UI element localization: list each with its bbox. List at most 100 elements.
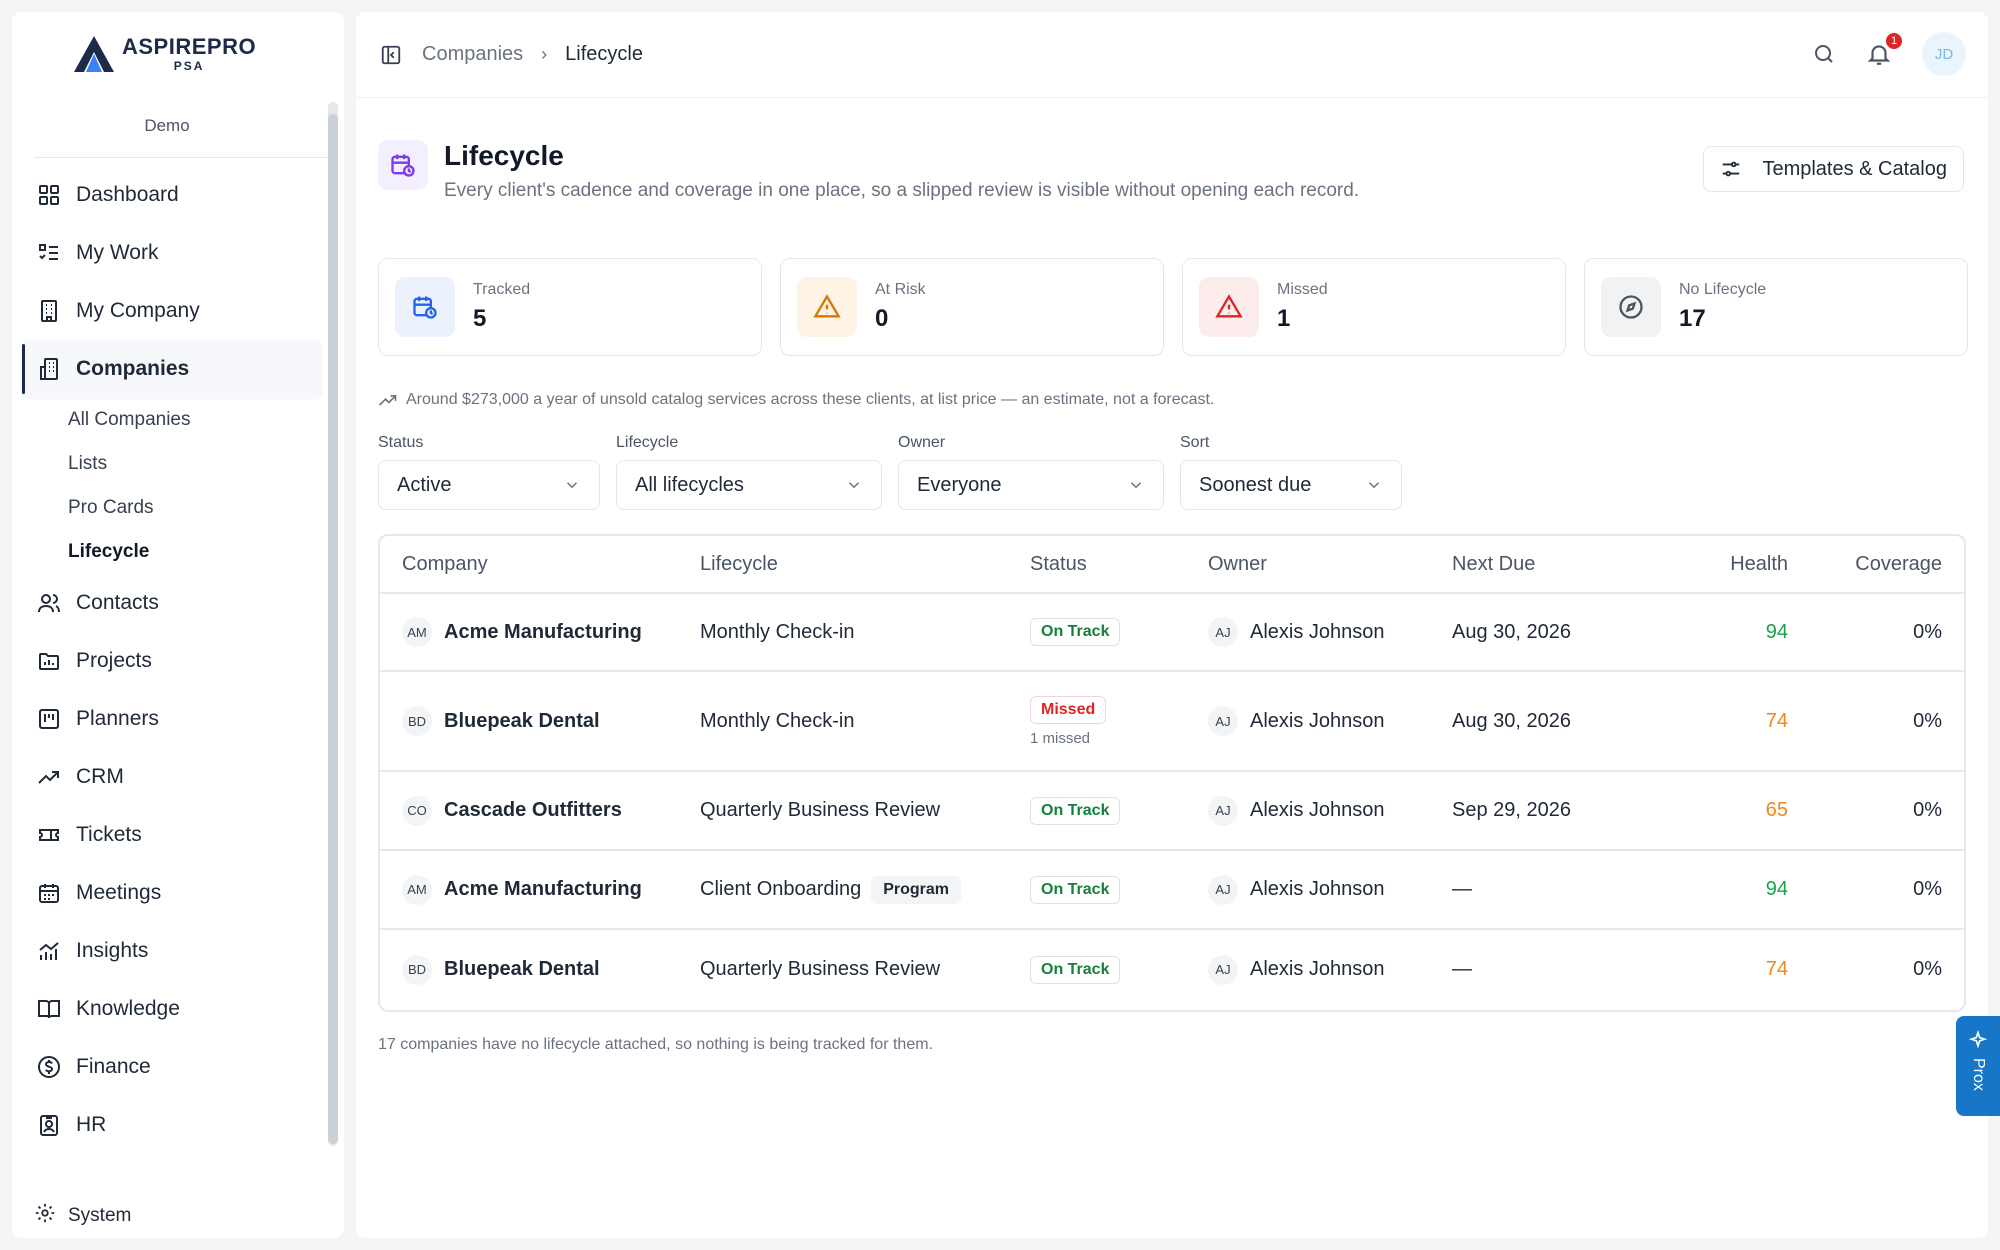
- next-due: —: [1452, 958, 1472, 980]
- filter-label: Sort: [1180, 434, 1210, 451]
- logo[interactable]: ASPIREPRO PSA: [72, 34, 256, 74]
- no-lifecycle-note: 17 companies have no lifecycle attached,…: [378, 1036, 933, 1053]
- table-row[interactable]: BD Bluepeak Dental Quarterly Business Rev…: [380, 930, 1964, 1009]
- sidebar-item-knowledge[interactable]: Knowledge: [22, 980, 322, 1038]
- sidebar-scrollbar-thumb[interactable]: [328, 114, 338, 1144]
- table-row[interactable]: AM Acme Manufacturing Monthly Check-in On…: [380, 594, 1964, 672]
- missed-count: 1 missed: [1030, 729, 1091, 747]
- ticket-icon: [36, 822, 62, 848]
- stat-card-missed[interactable]: Missed 1: [1182, 258, 1566, 356]
- sidebar-item-meetings[interactable]: Meetings: [22, 864, 322, 922]
- filters-row: Status Active Lifecycle All lifecycles O…: [378, 434, 1402, 510]
- table-row[interactable]: BD Bluepeak Dental Monthly Check-in Misse…: [380, 672, 1964, 772]
- company-name[interactable]: Acme Manufacturing: [444, 621, 642, 644]
- workspace-name[interactable]: Demo: [12, 116, 322, 136]
- sparkle-icon: [1968, 1030, 1988, 1050]
- sidebar-item-contacts[interactable]: Contacts: [22, 574, 322, 632]
- coverage: 0%: [1913, 620, 1942, 643]
- sidebar-item-companies[interactable]: Companies: [22, 340, 322, 398]
- sidebar-item-system[interactable]: System: [34, 1202, 131, 1230]
- prox-assistant-button[interactable]: Prox: [1956, 1016, 2000, 1116]
- chevron-down-icon: [563, 476, 581, 494]
- company-avatar: AM: [402, 617, 432, 647]
- table-row[interactable]: CO Cascade Outfitters Quarterly Business …: [380, 772, 1964, 851]
- stat-value: 5: [473, 305, 487, 332]
- divider: [34, 157, 334, 158]
- column-header-next-due[interactable]: Next Due: [1452, 536, 1535, 592]
- stat-label: At Risk: [875, 281, 926, 298]
- sidebar-item-projects[interactable]: Projects: [22, 632, 322, 690]
- logo-mark-icon: [74, 36, 114, 72]
- stat-value: 1: [1277, 305, 1291, 332]
- sidebar-item-hr[interactable]: HR: [22, 1096, 322, 1154]
- owner-select[interactable]: Everyone: [898, 460, 1164, 510]
- company-avatar: BD: [402, 706, 432, 736]
- sidebar-item-label: My Company: [76, 299, 200, 322]
- owner-avatar: AJ: [1208, 617, 1238, 647]
- search-icon[interactable]: [1812, 42, 1836, 66]
- health-score: 94: [1765, 620, 1788, 643]
- health-score: 74: [1765, 958, 1788, 980]
- templates-catalog-button[interactable]: Templates & Catalog: [1703, 146, 1964, 192]
- status-badge: On Track: [1030, 618, 1121, 646]
- sort-select[interactable]: Soonest due: [1180, 460, 1402, 510]
- company-name[interactable]: Bluepeak Dental: [444, 958, 600, 981]
- sidebar-item-planners[interactable]: Planners: [22, 690, 322, 748]
- owner-name: Alexis Johnson: [1250, 709, 1385, 732]
- logo-wordmark: ASPIREPRO: [122, 34, 257, 59]
- lifecycle-select[interactable]: All lifecycles: [616, 460, 882, 510]
- next-due: Aug 30, 2026: [1452, 620, 1571, 643]
- sidebar-item-label: Planners: [76, 707, 159, 730]
- stat-card-tracked[interactable]: Tracked 5: [378, 258, 762, 356]
- table-header: Company Lifecycle Status Owner Next Due …: [380, 536, 1964, 594]
- sidebar-item-tickets[interactable]: Tickets: [22, 806, 322, 864]
- sidebar-item-my-company[interactable]: My Company: [22, 282, 322, 340]
- owner-name: Alexis Johnson: [1250, 799, 1385, 821]
- notifications-button[interactable]: 1: [1866, 31, 1904, 67]
- subnav-item-all-companies[interactable]: All Companies: [68, 398, 322, 442]
- user-avatar[interactable]: JD: [1922, 32, 1966, 76]
- status-filter: Status Active: [378, 434, 600, 510]
- owner-avatar: AJ: [1208, 954, 1238, 985]
- stat-card-no-lifecycle[interactable]: No Lifecycle 17: [1584, 258, 1968, 356]
- column-header-coverage[interactable]: Coverage: [1855, 536, 1942, 592]
- chart-icon: [36, 938, 62, 964]
- sidebar-item-label: My Work: [76, 241, 159, 264]
- sidebar-toggle-icon[interactable]: [380, 44, 402, 66]
- subnav-item-lifecycle[interactable]: Lifecycle: [68, 530, 322, 574]
- breadcrumb-companies[interactable]: Companies: [422, 43, 523, 66]
- column-header-company[interactable]: Company: [402, 536, 488, 592]
- table-row[interactable]: AM Acme Manufacturing Client Onboarding Pr…: [380, 851, 1964, 930]
- dollar-icon: [36, 1054, 62, 1080]
- company-name[interactable]: Acme Manufacturing: [444, 878, 642, 901]
- lifecycle-name: Quarterly Business Review: [700, 799, 941, 821]
- owner-name: Alexis Johnson: [1250, 958, 1385, 980]
- alert-icon: [1199, 277, 1259, 337]
- sidebar-item-finance[interactable]: Finance: [22, 1038, 322, 1096]
- column-header-status[interactable]: Status: [1030, 536, 1087, 592]
- status-select[interactable]: Active: [378, 460, 600, 510]
- lifecycle-name: Client Onboarding: [700, 878, 862, 900]
- calendar-icon: [36, 880, 62, 906]
- sidebar-scrollbar[interactable]: [328, 102, 338, 1146]
- health-score: 74: [1765, 709, 1788, 732]
- company-name[interactable]: Bluepeak Dental: [444, 710, 600, 733]
- coverage: 0%: [1913, 958, 1942, 980]
- column-header-owner[interactable]: Owner: [1208, 536, 1267, 592]
- sidebar-item-crm[interactable]: CRM: [22, 748, 322, 806]
- subnav-item-pro-cards[interactable]: Pro Cards: [68, 486, 322, 530]
- sidebar-item-label: CRM: [76, 765, 124, 788]
- next-due: Sep 29, 2026: [1452, 799, 1571, 821]
- page-header: Lifecycle Every client's cadence and cov…: [378, 140, 1359, 202]
- subnav-item-lists[interactable]: Lists: [68, 442, 322, 486]
- topbar: Companies › Lifecycle 1 JD: [356, 12, 1988, 98]
- sidebar-item-dashboard[interactable]: Dashboard: [22, 166, 322, 224]
- sliders-icon: [1720, 158, 1742, 180]
- company-avatar: CO: [402, 795, 432, 826]
- stat-card-at-risk[interactable]: At Risk 0: [780, 258, 1164, 356]
- column-header-health[interactable]: Health: [1730, 536, 1788, 592]
- company-name[interactable]: Cascade Outfitters: [444, 799, 622, 822]
- sidebar-item-insights[interactable]: Insights: [22, 922, 322, 980]
- sidebar-item-my-work[interactable]: My Work: [22, 224, 322, 282]
- column-header-lifecycle[interactable]: Lifecycle: [700, 536, 778, 592]
